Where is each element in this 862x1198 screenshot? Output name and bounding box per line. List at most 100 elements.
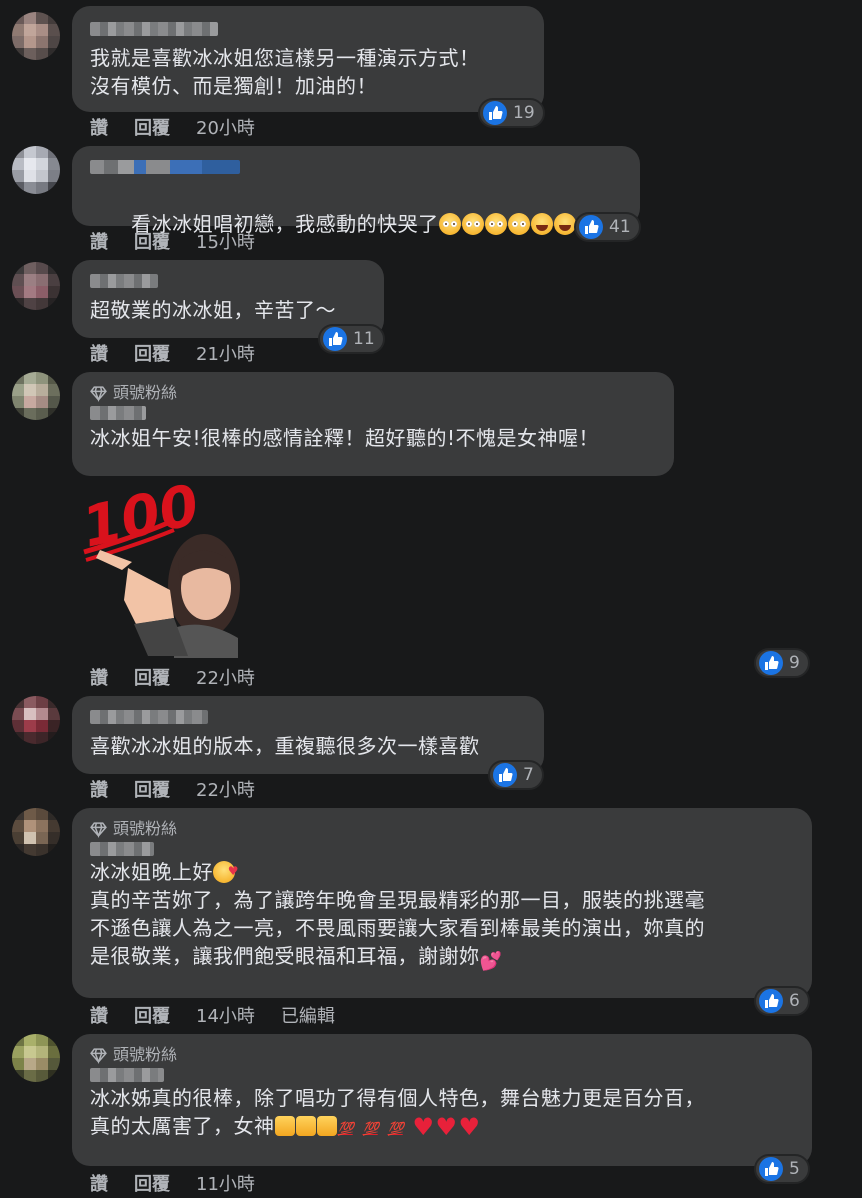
author-name[interactable] xyxy=(90,274,158,288)
hundred-points-emoji: 💯 xyxy=(362,1122,379,1137)
diamond-icon xyxy=(90,821,107,838)
red-heart-emoji: ♥ xyxy=(458,1113,481,1141)
edited-label[interactable]: 已編輯 xyxy=(281,1002,335,1028)
avatar-pointing-100-sticker[interactable]: 100 xyxy=(78,478,248,658)
avatar[interactable] xyxy=(12,696,60,744)
like-button[interactable]: 讚 xyxy=(90,664,108,690)
reply-button[interactable]: 回覆 xyxy=(134,1002,170,1028)
comment-text: 超敬業的冰冰姐，辛苦了～ xyxy=(90,298,336,322)
avatar[interactable] xyxy=(12,146,60,194)
reaction-count-text: 5 xyxy=(789,1159,800,1179)
like-icon xyxy=(759,989,783,1013)
timestamp[interactable]: 21小時 xyxy=(196,340,255,366)
reaction-count[interactable]: 7 xyxy=(488,760,544,790)
comment-text: 我就是喜歡冰冰姐您這樣另一種演示方式！ 沒有模仿、而是獨創！加油的！ xyxy=(90,46,480,98)
thumbs-up-emoji xyxy=(274,1116,295,1136)
reaction-count[interactable]: 6 xyxy=(754,986,810,1016)
comment-bubble: 我就是喜歡冰冰姐您這樣另一種演示方式！ 沒有模仿、而是獨創！加油的！ xyxy=(72,6,544,112)
comment-actions: 讚 回覆 21小時 xyxy=(90,340,255,366)
reaction-count[interactable]: 5 xyxy=(754,1154,810,1184)
timestamp[interactable]: 22小時 xyxy=(196,776,255,802)
pleading-face-emoji xyxy=(438,213,461,235)
laughing-face-emoji xyxy=(530,213,553,235)
timestamp[interactable]: 20小時 xyxy=(196,114,255,140)
comment-actions: 讚 回覆 11小時 xyxy=(90,1170,255,1196)
like-button[interactable]: 讚 xyxy=(90,776,108,802)
comment-actions: 讚 回覆 22小時 xyxy=(90,664,255,690)
top-fan-badge: 頭號粉絲 xyxy=(90,1044,794,1066)
comment-text: 冰冰姐午安!很棒的感情詮釋！超好聽的!不愧是女神喔！ xyxy=(90,426,600,450)
author-name[interactable] xyxy=(90,710,208,724)
reply-button[interactable]: 回覆 xyxy=(134,340,170,366)
comment-bubble: 看冰冰姐唱初戀，我感動的快哭了 xyxy=(72,146,640,236)
comment-bubble: 喜歡冰冰姐的版本，重複聽很多次一樣喜歡 xyxy=(72,696,544,774)
like-button[interactable]: 讚 xyxy=(90,340,108,366)
like-button[interactable]: 讚 xyxy=(90,228,108,254)
top-fan-label: 頭號粉絲 xyxy=(113,383,178,402)
avatar[interactable] xyxy=(12,1034,60,1082)
pleading-face-emoji xyxy=(507,213,530,235)
comment-bubble: 頭號粉絲 冰冰姐晚上好 真的辛苦妳了，為了讓跨年晚會呈現最精彩的那一目，服裝的挑… xyxy=(72,808,812,998)
timestamp[interactable]: 22小時 xyxy=(196,664,255,690)
reply-button[interactable]: 回覆 xyxy=(134,228,170,254)
diamond-icon xyxy=(90,1047,107,1064)
reaction-count-text: 41 xyxy=(609,217,631,237)
like-icon xyxy=(493,763,517,787)
reaction-count[interactable]: 9 xyxy=(754,648,810,678)
comment-actions: 讚 回覆 14小時 已編輯 xyxy=(90,1002,335,1028)
reaction-count-text: 9 xyxy=(789,653,800,673)
author-name[interactable] xyxy=(90,842,154,856)
reply-button[interactable]: 回覆 xyxy=(134,114,170,140)
top-fan-label: 頭號粉絲 xyxy=(113,1045,178,1064)
comment-first-line: 冰冰姐晚上好 xyxy=(90,860,213,884)
author-name[interactable] xyxy=(90,1068,164,1082)
like-button[interactable]: 讚 xyxy=(90,1002,108,1028)
pleading-face-emoji xyxy=(484,213,507,235)
author-name[interactable] xyxy=(90,160,240,174)
like-icon xyxy=(759,651,783,675)
avatar[interactable] xyxy=(12,262,60,310)
comment-text: 冰冰姐晚上好 真的辛苦妳了，為了讓跨年晚會呈現最精彩的那一目，服裝的挑選毫 不遜… xyxy=(90,857,794,973)
like-button[interactable]: 讚 xyxy=(90,1170,108,1196)
thumbs-up-emoji xyxy=(316,1116,337,1136)
reaction-count[interactable]: 11 xyxy=(318,324,385,354)
like-icon xyxy=(483,101,507,125)
comment-bubble: 頭號粉絲 冰冰姐午安!很棒的感情詮釋！超好聽的!不愧是女神喔！ xyxy=(72,372,674,476)
red-heart-emoji: ♥ xyxy=(435,1113,458,1141)
timestamp[interactable]: 11小時 xyxy=(196,1170,255,1196)
hundred-points-emoji: 💯 xyxy=(387,1122,404,1137)
top-fan-label: 頭號粉絲 xyxy=(113,819,178,838)
avatar[interactable] xyxy=(12,12,60,60)
comment-actions: 讚 回覆 22小時 xyxy=(90,776,255,802)
comment-text-body: 真的辛苦妳了，為了讓跨年晚會呈現最精彩的那一目，服裝的挑選毫 不遜色讓人為之一亮… xyxy=(90,888,705,968)
comment-text: 冰冰姊真的很棒，除了唱功了得有個人特色，舞台魅力更是百分百， 真的太厲害了，女神… xyxy=(90,1084,794,1140)
top-fan-badge: 頭號粉絲 xyxy=(90,382,656,404)
reply-button[interactable]: 回覆 xyxy=(134,776,170,802)
red-heart-emoji: ♥ xyxy=(412,1113,435,1141)
reaction-count-text: 7 xyxy=(523,765,534,785)
like-icon xyxy=(579,215,603,239)
diamond-icon xyxy=(90,385,107,402)
reaction-count-text: 19 xyxy=(513,103,535,123)
reply-button[interactable]: 回覆 xyxy=(134,1170,170,1196)
laughing-face-emoji xyxy=(553,213,576,235)
hundred-points-emoji: 💯 xyxy=(337,1122,354,1137)
reaction-count-text: 11 xyxy=(353,329,375,349)
author-name[interactable] xyxy=(90,406,146,420)
reply-button[interactable]: 回覆 xyxy=(134,664,170,690)
like-button[interactable]: 讚 xyxy=(90,114,108,140)
author-name[interactable] xyxy=(90,22,218,36)
reaction-count[interactable]: 19 xyxy=(478,98,545,128)
timestamp[interactable]: 15小時 xyxy=(196,228,255,254)
two-hearts-emoji: 💕 xyxy=(479,951,503,972)
reaction-count[interactable]: 41 xyxy=(574,212,641,242)
like-icon xyxy=(759,1157,783,1181)
comment-text: 喜歡冰冰姐的版本，重複聽很多次一樣喜歡 xyxy=(90,734,480,758)
avatar[interactable] xyxy=(12,808,60,856)
like-icon xyxy=(323,327,347,351)
thumbs-up-emoji xyxy=(295,1116,316,1136)
avatar[interactable] xyxy=(12,372,60,420)
timestamp[interactable]: 14小時 xyxy=(196,1002,255,1028)
comment-actions: 讚 回覆 15小時 xyxy=(90,228,255,254)
pleading-face-emoji xyxy=(461,213,484,235)
